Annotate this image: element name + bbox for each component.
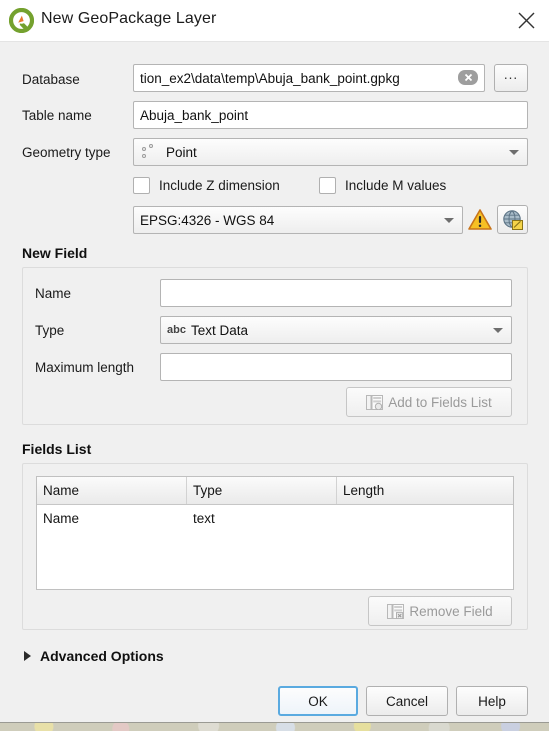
fields-table-header: Name Type Length — [37, 477, 513, 505]
chevron-down-icon — [509, 150, 519, 155]
include-z-checkbox[interactable]: Include Z dimension — [133, 177, 280, 194]
maximum-length-label: Maximum length — [35, 360, 135, 375]
include-m-label: Include M values — [345, 178, 447, 193]
maximum-length-input[interactable] — [160, 353, 512, 381]
add-field-icon — [366, 394, 384, 410]
geometry-type-label: Geometry type — [22, 145, 111, 160]
include-m-box — [319, 177, 336, 194]
help-button[interactable]: Help — [456, 686, 528, 716]
database-browse-label: ... — [503, 66, 519, 82]
chevron-down-icon — [493, 328, 503, 333]
field-type-label: Type — [35, 323, 65, 338]
table-name-value: Abuja_bank_point — [140, 107, 249, 123]
add-to-fields-list-button[interactable]: Add to Fields List — [346, 387, 512, 417]
column-header-name[interactable]: Name — [37, 477, 187, 504]
include-m-checkbox[interactable]: Include M values — [319, 177, 446, 194]
fields-list-group-title: Fields List — [22, 441, 92, 457]
geometry-type-value: Point — [166, 144, 197, 160]
column-header-type[interactable]: Type — [187, 477, 337, 504]
field-name-label: Name — [35, 286, 72, 301]
geometry-type-combo[interactable]: Point — [133, 138, 528, 166]
crs-combo[interactable]: EPSG:4326 - WGS 84 — [133, 206, 463, 234]
fields-table[interactable]: Name Type Length Name text — [36, 476, 514, 590]
cancel-button-label: Cancel — [385, 693, 429, 709]
crs-value: EPSG:4326 - WGS 84 — [140, 212, 275, 228]
new-field-group-title: New Field — [22, 245, 88, 261]
database-label: Database — [22, 72, 80, 87]
chevron-right-icon — [24, 651, 31, 661]
field-type-value: Text Data — [190, 322, 248, 338]
table-name-label: Table name — [22, 108, 92, 123]
add-to-fields-list-label: Add to Fields List — [388, 394, 492, 410]
dialog-title-bar: New GeoPackage Layer — [0, 0, 549, 42]
remove-field-icon — [387, 603, 405, 619]
warning-icon — [468, 208, 492, 234]
point-geometry-icon — [140, 144, 160, 160]
ok-button-label: OK — [308, 693, 328, 709]
column-header-length[interactable]: Length — [337, 477, 513, 504]
table-row[interactable]: Name text — [37, 505, 513, 531]
field-name-input[interactable] — [160, 279, 512, 307]
cancel-button[interactable]: Cancel — [366, 686, 448, 716]
field-type-combo[interactable]: abc Text Data — [160, 316, 512, 344]
remove-field-button[interactable]: Remove Field — [368, 596, 512, 626]
close-icon[interactable] — [503, 0, 549, 41]
advanced-options-label: Advanced Options — [40, 648, 164, 664]
remove-field-label: Remove Field — [409, 603, 493, 619]
select-crs-globe-icon[interactable] — [497, 205, 528, 234]
clear-icon[interactable] — [458, 70, 478, 85]
cell-type: text — [193, 510, 215, 526]
cell-name: Name — [43, 510, 80, 526]
include-z-label: Include Z dimension — [159, 178, 280, 193]
abc-text-icon: abc — [167, 324, 186, 336]
help-button-label: Help — [478, 693, 506, 709]
qgis-logo-icon — [8, 7, 35, 34]
new-geopackage-layer-dialog: New GeoPackage Layer Database tion_ex2\d… — [0, 0, 549, 723]
advanced-options-expander[interactable]: Advanced Options — [24, 648, 164, 664]
database-browse-button[interactable]: ... — [494, 64, 528, 92]
database-input-value: tion_ex2\data\temp\Abuja_bank_point.gpkg — [140, 70, 400, 86]
dialog-title: New GeoPackage Layer — [41, 10, 217, 27]
chevron-down-icon — [444, 218, 454, 223]
database-input[interactable]: tion_ex2\data\temp\Abuja_bank_point.gpkg — [133, 64, 485, 92]
table-name-input[interactable]: Abuja_bank_point — [133, 101, 528, 129]
ok-button[interactable]: OK — [278, 686, 358, 716]
include-z-box — [133, 177, 150, 194]
